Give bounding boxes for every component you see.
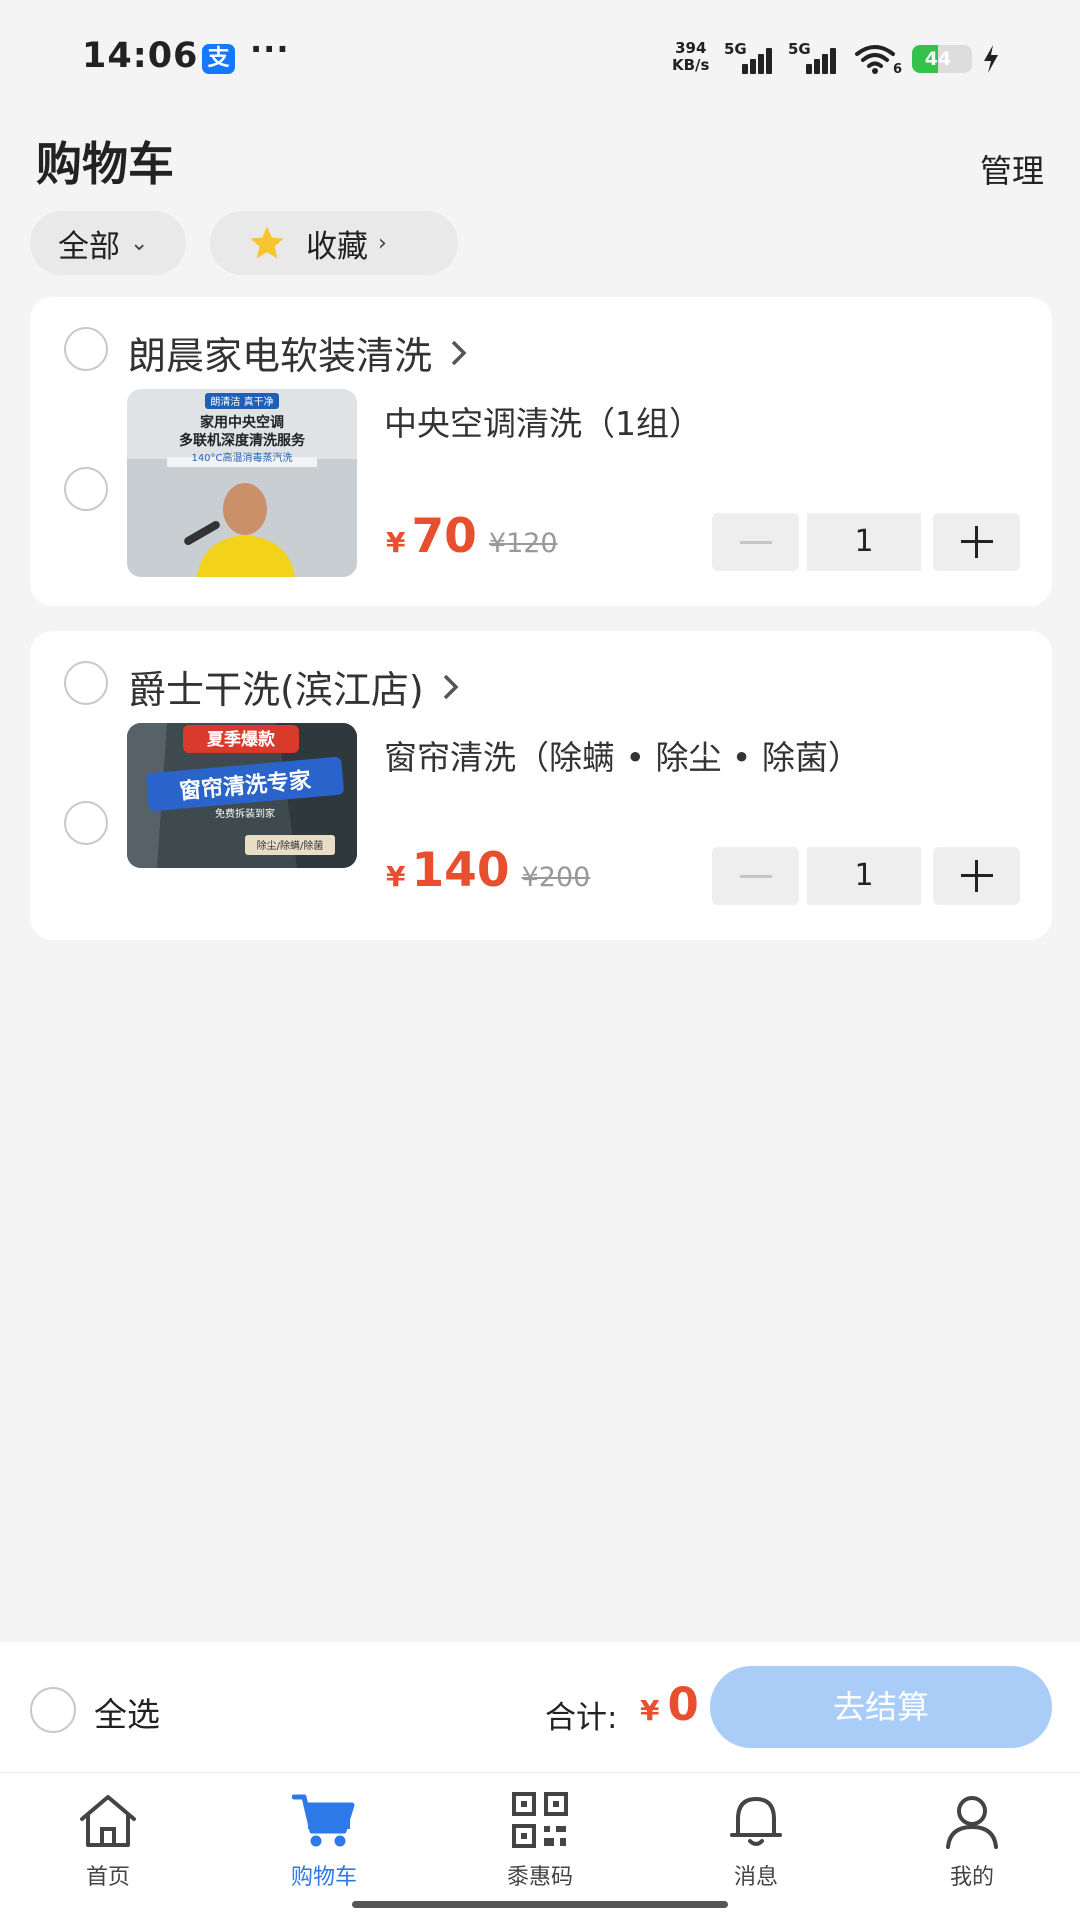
quantity-stepper: 1	[712, 513, 1020, 571]
signal-icon: 5G	[788, 40, 838, 74]
home-indicator	[352, 1901, 728, 1908]
price-value: 140	[411, 843, 510, 898]
bell-icon	[730, 1797, 782, 1846]
filter-all-label: 全部	[58, 228, 120, 265]
item-select-checkbox[interactable]	[64, 801, 108, 845]
total-value: 0	[667, 1678, 699, 1731]
tab-qr-code[interactable]: 黍惠码	[465, 1781, 615, 1891]
quantity-value[interactable]: 1	[807, 513, 921, 571]
product-price: ¥ 70 ¥120	[386, 509, 558, 564]
total-label: 合计:	[545, 1700, 618, 1736]
filter-favorites-button[interactable]: 收藏 ›	[210, 211, 458, 275]
tab-cart[interactable]: 购物车	[249, 1781, 399, 1891]
battery-percent: 44	[924, 48, 952, 70]
product-image[interactable]: 夏季爆款 窗帘清洗专家 免费拆装到家 除尘/除螨/除菌	[127, 723, 357, 868]
total-price: ¥ 0	[640, 1678, 699, 1731]
decrease-quantity-button[interactable]	[712, 513, 799, 571]
image-line-2: 多联机深度清洗服务	[179, 432, 306, 449]
image-sub: 免费拆装到家	[215, 807, 275, 820]
chevron-right-icon	[451, 340, 467, 365]
decrease-quantity-button[interactable]	[712, 847, 799, 905]
signal-label-2: 5G	[788, 40, 811, 58]
checkout-button[interactable]: 去结算	[710, 1666, 1052, 1748]
tab-label: 消息	[733, 1865, 778, 1890]
shop-name: 朗晨家电软装清洗	[128, 334, 433, 378]
image-badge: 夏季爆款	[207, 729, 276, 750]
image-line-1: 家用中央空调	[200, 414, 284, 431]
item-select-checkbox[interactable]	[64, 467, 108, 511]
product-title[interactable]: 窗帘清洗（除螨 • 除尘 • 除菌）	[384, 731, 861, 779]
battery-icon: 44	[912, 45, 972, 73]
signal-icon: 5G	[724, 40, 774, 74]
manage-button[interactable]: 管理	[980, 146, 1044, 192]
increase-quantity-button[interactable]	[933, 513, 1020, 571]
charging-icon	[984, 45, 998, 73]
tab-messages[interactable]: 消息	[681, 1781, 831, 1891]
chevron-right-icon	[443, 674, 459, 699]
filter-favorites-label: 收藏	[306, 228, 368, 265]
quantity-value[interactable]: 1	[807, 847, 921, 905]
network-speed-unit: KB/s	[672, 56, 710, 74]
image-footer: 除尘/除螨/除菌	[257, 839, 324, 852]
home-icon	[80, 1795, 136, 1847]
qr-code-icon	[512, 1792, 568, 1848]
currency-symbol: ¥	[386, 860, 406, 893]
user-icon	[946, 1796, 998, 1849]
currency-symbol: ¥	[386, 526, 406, 559]
shop-select-checkbox[interactable]	[64, 327, 108, 371]
select-all-checkbox[interactable]	[30, 1687, 76, 1733]
shop-card: 爵士干洗(滨江店) 夏季爆款 窗帘清洗专家 免费拆装到家 除尘/除螨/除菌 窗帘…	[30, 631, 1052, 940]
chevron-right-icon: ›	[378, 230, 387, 256]
original-price: ¥200	[521, 862, 591, 893]
original-price: ¥120	[488, 528, 558, 559]
product-title[interactable]: 中央空调清洗（1组）	[384, 397, 702, 445]
tab-home[interactable]: 首页	[33, 1781, 183, 1891]
more-notifications-icon: ···	[250, 30, 290, 68]
bottom-tab-bar: 首页 购物车 黍惠码 消息 我的	[0, 1772, 1080, 1921]
wifi-badge: 6	[893, 62, 902, 74]
product-price: ¥ 140 ¥200	[386, 843, 590, 898]
currency-symbol: ¥	[640, 1694, 660, 1727]
signal-label-1: 5G	[724, 40, 747, 58]
increase-quantity-button[interactable]	[933, 847, 1020, 905]
quantity-stepper: 1	[712, 847, 1020, 905]
tab-profile[interactable]: 我的	[897, 1781, 1047, 1891]
shop-select-checkbox[interactable]	[64, 661, 108, 705]
filter-all-dropdown[interactable]: 全部 ⌄	[30, 211, 186, 275]
cart-icon	[292, 1794, 355, 1847]
tab-label: 购物车	[290, 1865, 357, 1890]
alipay-icon: 支	[202, 44, 235, 74]
page-title: 购物车	[36, 137, 174, 191]
checkout-bar: 全选 合计: ¥ 0 去结算	[0, 1642, 1080, 1772]
product-image[interactable]: 朗清洁 真干净 家用中央空调 多联机深度清洗服务 140°C高温消毒蒸汽洗	[127, 389, 357, 577]
price-value: 70	[411, 509, 477, 564]
tab-label: 首页	[85, 1865, 130, 1890]
shop-card: 朗晨家电软装清洗 朗清洁 真干净 家用中央空调 多联机深度清洗服务 140°C高…	[30, 297, 1052, 606]
shop-name-link[interactable]: 爵士干洗(滨江店)	[128, 659, 460, 714]
network-speed: 394 KB/s	[672, 40, 709, 74]
status-time: 14:06	[82, 36, 199, 76]
shop-name-link[interactable]: 朗晨家电软装清洗	[128, 325, 468, 380]
tab-label: 黍惠码	[506, 1865, 573, 1890]
select-all-label[interactable]: 全选	[94, 1688, 160, 1736]
shop-name: 爵士干洗(滨江店)	[128, 668, 424, 712]
chevron-down-icon: ⌄	[130, 230, 149, 256]
star-icon	[250, 226, 284, 259]
image-tag: 朗清洁 真干净	[210, 395, 273, 408]
status-bar: 14:06 支 ··· 394 KB/s 5G 5G 6 44	[0, 0, 1080, 110]
image-line-3: 140°C高温消毒蒸汽洗	[191, 451, 292, 464]
tab-label: 我的	[949, 1865, 994, 1890]
network-speed-value: 394	[675, 39, 707, 57]
wifi-icon: 6	[855, 45, 902, 74]
